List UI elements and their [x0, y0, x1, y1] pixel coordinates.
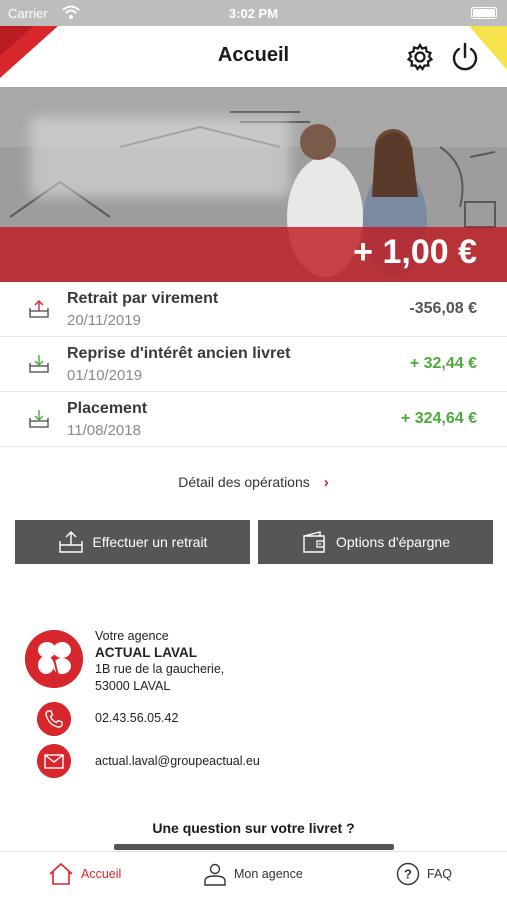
- operation-label: Retrait par virement: [67, 290, 219, 307]
- account-hero: + 1,00 €: [0, 87, 507, 282]
- gear-icon[interactable]: [404, 41, 436, 73]
- scroll-indicator[interactable]: [114, 844, 394, 850]
- operations-list: Retrait par virement 20/11/2019 -356,08 …: [0, 282, 507, 447]
- agency-email[interactable]: actual.laval@groupeactual.eu: [95, 754, 260, 768]
- svg-text:?: ?: [404, 867, 412, 882]
- savings-options-button[interactable]: Options d'épargne: [258, 520, 493, 564]
- operation-label: Placement: [67, 400, 148, 417]
- operation-date: 20/11/2019: [67, 312, 141, 329]
- agency-heading: Votre agence: [95, 629, 169, 643]
- agency-info: Votre agence ACTUAL LAVAL 1B rue de la g…: [95, 628, 224, 694]
- operations-detail-link[interactable]: Détail des opérations ›: [0, 474, 507, 491]
- clock: 3:02 PM: [228, 6, 279, 21]
- tab-mon-agence[interactable]: Mon agence: [203, 862, 303, 886]
- tab-accueil-label: Accueil: [81, 867, 122, 881]
- operation-label: Reprise d'intérêt ancien livret: [67, 345, 291, 362]
- faq-prompt[interactable]: Une question sur votre livret ?: [0, 820, 507, 836]
- tab-mon-agence-label: Mon agence: [234, 867, 303, 881]
- clover-icon: [25, 630, 83, 688]
- home-icon: [49, 862, 73, 885]
- savings-options-button-label: Options d'épargne: [336, 534, 450, 550]
- tab-faq[interactable]: ? FAQ: [396, 862, 452, 886]
- status-bar: Carrier 3:02 PM: [0, 0, 507, 26]
- withdraw-button-label: Effectuer un retrait: [92, 534, 208, 550]
- phone-icon[interactable]: [37, 702, 71, 736]
- tab-faq-label: FAQ: [427, 867, 453, 881]
- power-icon[interactable]: [448, 40, 482, 74]
- hero-blurred-text: [30, 117, 290, 197]
- upload-tray-icon: [58, 531, 83, 553]
- operations-detail-label: Détail des opérations: [178, 474, 310, 490]
- tab-accueil[interactable]: Accueil: [48, 862, 121, 886]
- chevron-right-icon: ›: [323, 474, 329, 491]
- mail-icon[interactable]: [37, 744, 71, 778]
- agency-name: ACTUAL LAVAL: [95, 644, 197, 660]
- operation-date: 01/10/2019: [67, 367, 143, 384]
- agency-address-line2: 53000 LAVAL: [95, 678, 171, 693]
- withdraw-button[interactable]: Effectuer un retrait: [15, 520, 250, 564]
- upload-tray-icon: [29, 300, 49, 318]
- tab-bar: Accueil Mon agence ? FAQ: [0, 851, 507, 900]
- operation-amount: -356,08 €: [409, 300, 477, 317]
- wallet-icon: [303, 531, 325, 553]
- download-tray-icon: [29, 355, 49, 373]
- agency-address-line1: 1B rue de la gaucherie,: [95, 662, 225, 676]
- operation-amount: + 32,44 €: [409, 355, 477, 372]
- operation-amount: + 324,64 €: [400, 410, 477, 427]
- list-item[interactable]: Placement 11/08/2018 + 324,64 €: [0, 392, 507, 447]
- download-tray-icon: [29, 410, 49, 428]
- list-item[interactable]: Reprise d'intérêt ancien livret 01/10/20…: [0, 337, 507, 392]
- operation-date: 11/08/2018: [67, 422, 141, 439]
- person-icon: [204, 863, 226, 886]
- list-item[interactable]: Retrait par virement 20/11/2019 -356,08 …: [0, 282, 507, 337]
- app-header: Accueil: [0, 26, 507, 87]
- battery-icon: [471, 7, 497, 19]
- account-balance: + 1,00 €: [353, 233, 477, 271]
- agency-phone[interactable]: 02.43.56.05.42: [95, 711, 178, 725]
- question-icon: ?: [396, 862, 420, 886]
